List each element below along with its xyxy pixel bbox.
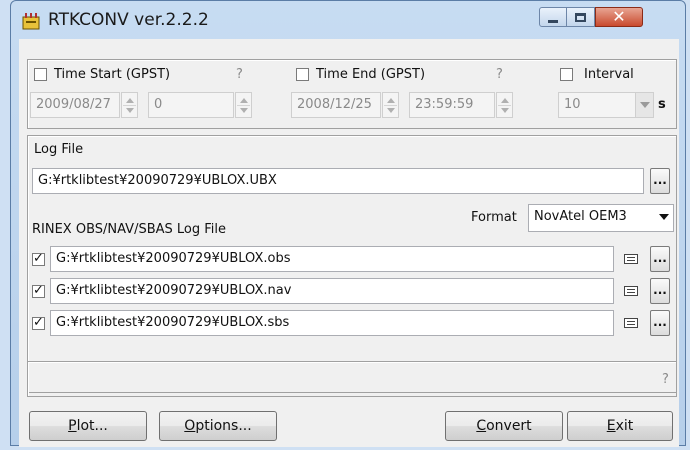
time-start-date-input[interactable]: 2009/08/27: [30, 92, 120, 118]
exit-button[interactable]: Exit: [567, 411, 673, 441]
format-label: Format: [471, 210, 517, 225]
interval-dropdown-icon[interactable]: [635, 93, 653, 117]
log-file-input[interactable]: G:¥rtklibtest¥20090729¥UBLOX.UBX: [32, 168, 644, 194]
obs-output-checkbox[interactable]: [32, 251, 45, 266]
options-button[interactable]: Options...: [159, 411, 277, 441]
sbs-output-input[interactable]: G:¥rtklibtest¥20090729¥UBLOX.sbs: [50, 310, 614, 336]
interval-label: Interval: [584, 67, 634, 82]
nav-view-icon[interactable]: [624, 286, 638, 296]
obs-output-input[interactable]: G:¥rtklibtest¥20090729¥UBLOX.obs: [50, 246, 614, 272]
close-button[interactable]: ✕: [595, 7, 643, 27]
app-icon: [22, 13, 40, 30]
convert-accel: C: [476, 418, 487, 434]
time-panel: Time Start (GPST) ? 2009/08/27 0 Time En…: [27, 59, 677, 129]
time-start-help[interactable]: ?: [236, 67, 243, 82]
log-file-panel: Log File G:¥rtklibtest¥20090729¥UBLOX.UB…: [27, 135, 677, 393]
close-icon: ✕: [612, 7, 626, 26]
plot-accel: P: [68, 418, 77, 434]
maximize-icon: [575, 12, 586, 22]
time-end-time-spinner[interactable]: [496, 92, 513, 118]
interval-checkbox[interactable]: [560, 68, 573, 81]
time-end-date-input[interactable]: 2008/12/25: [291, 92, 381, 118]
options-label: ptions...: [195, 418, 252, 434]
plot-button[interactable]: Plot...: [29, 411, 147, 441]
rtkconv-window: RTKCONV ver.2.2.2 ✕ Time Start (GPST) ? …: [10, 0, 686, 447]
format-select[interactable]: NovAtel OEM3: [528, 204, 674, 232]
obs-view-icon[interactable]: [624, 254, 638, 264]
time-end-date-spinner[interactable]: [382, 92, 399, 118]
time-start-checkbox[interactable]: [34, 68, 47, 81]
plot-label: lot...: [76, 418, 108, 434]
sbs-browse-button[interactable]: ...: [650, 310, 670, 336]
format-dropdown-icon[interactable]: [655, 205, 673, 231]
time-end-label: Time End (GPST): [316, 67, 426, 82]
nav-output-checkbox[interactable]: [32, 283, 45, 298]
convert-button[interactable]: Convert: [445, 411, 563, 441]
log-file-label: Log File: [34, 142, 84, 157]
time-end-checkbox[interactable]: [296, 68, 309, 81]
minimize-button[interactable]: [539, 7, 567, 27]
convert-label: onvert: [486, 418, 532, 434]
time-end-help[interactable]: ?: [496, 67, 503, 82]
status-help[interactable]: ?: [662, 372, 669, 387]
time-start-time-input[interactable]: 0: [148, 92, 234, 118]
log-file-browse-button[interactable]: ...: [650, 168, 670, 194]
maximize-button[interactable]: [567, 7, 595, 27]
sbs-output-checkbox[interactable]: [32, 315, 45, 330]
nav-output-input[interactable]: G:¥rtklibtest¥20090729¥UBLOX.nav: [50, 278, 614, 304]
options-accel: O: [184, 418, 196, 434]
status-panel: ?: [27, 361, 677, 397]
sbs-view-icon[interactable]: [624, 318, 638, 328]
time-start-time-spinner[interactable]: [235, 92, 252, 118]
interval-unit: s: [658, 97, 666, 112]
time-start-date-spinner[interactable]: [121, 92, 138, 118]
obs-browse-button[interactable]: ...: [650, 246, 670, 272]
rinex-output-label: RINEX OBS/NAV/SBAS Log File: [32, 222, 227, 237]
exit-label: xit: [615, 418, 634, 434]
time-start-label: Time Start (GPST): [54, 67, 171, 82]
title-bar[interactable]: RTKCONV ver.2.2.2 ✕: [11, 1, 685, 39]
window-title: RTKCONV ver.2.2.2: [48, 10, 209, 30]
client-area: Time Start (GPST) ? 2009/08/27 0 Time En…: [19, 39, 679, 447]
minimize-icon: [548, 19, 558, 23]
nav-browse-button[interactable]: ...: [650, 278, 670, 304]
time-end-time-input[interactable]: 23:59:59: [409, 92, 495, 118]
exit-accel: E: [606, 418, 616, 434]
